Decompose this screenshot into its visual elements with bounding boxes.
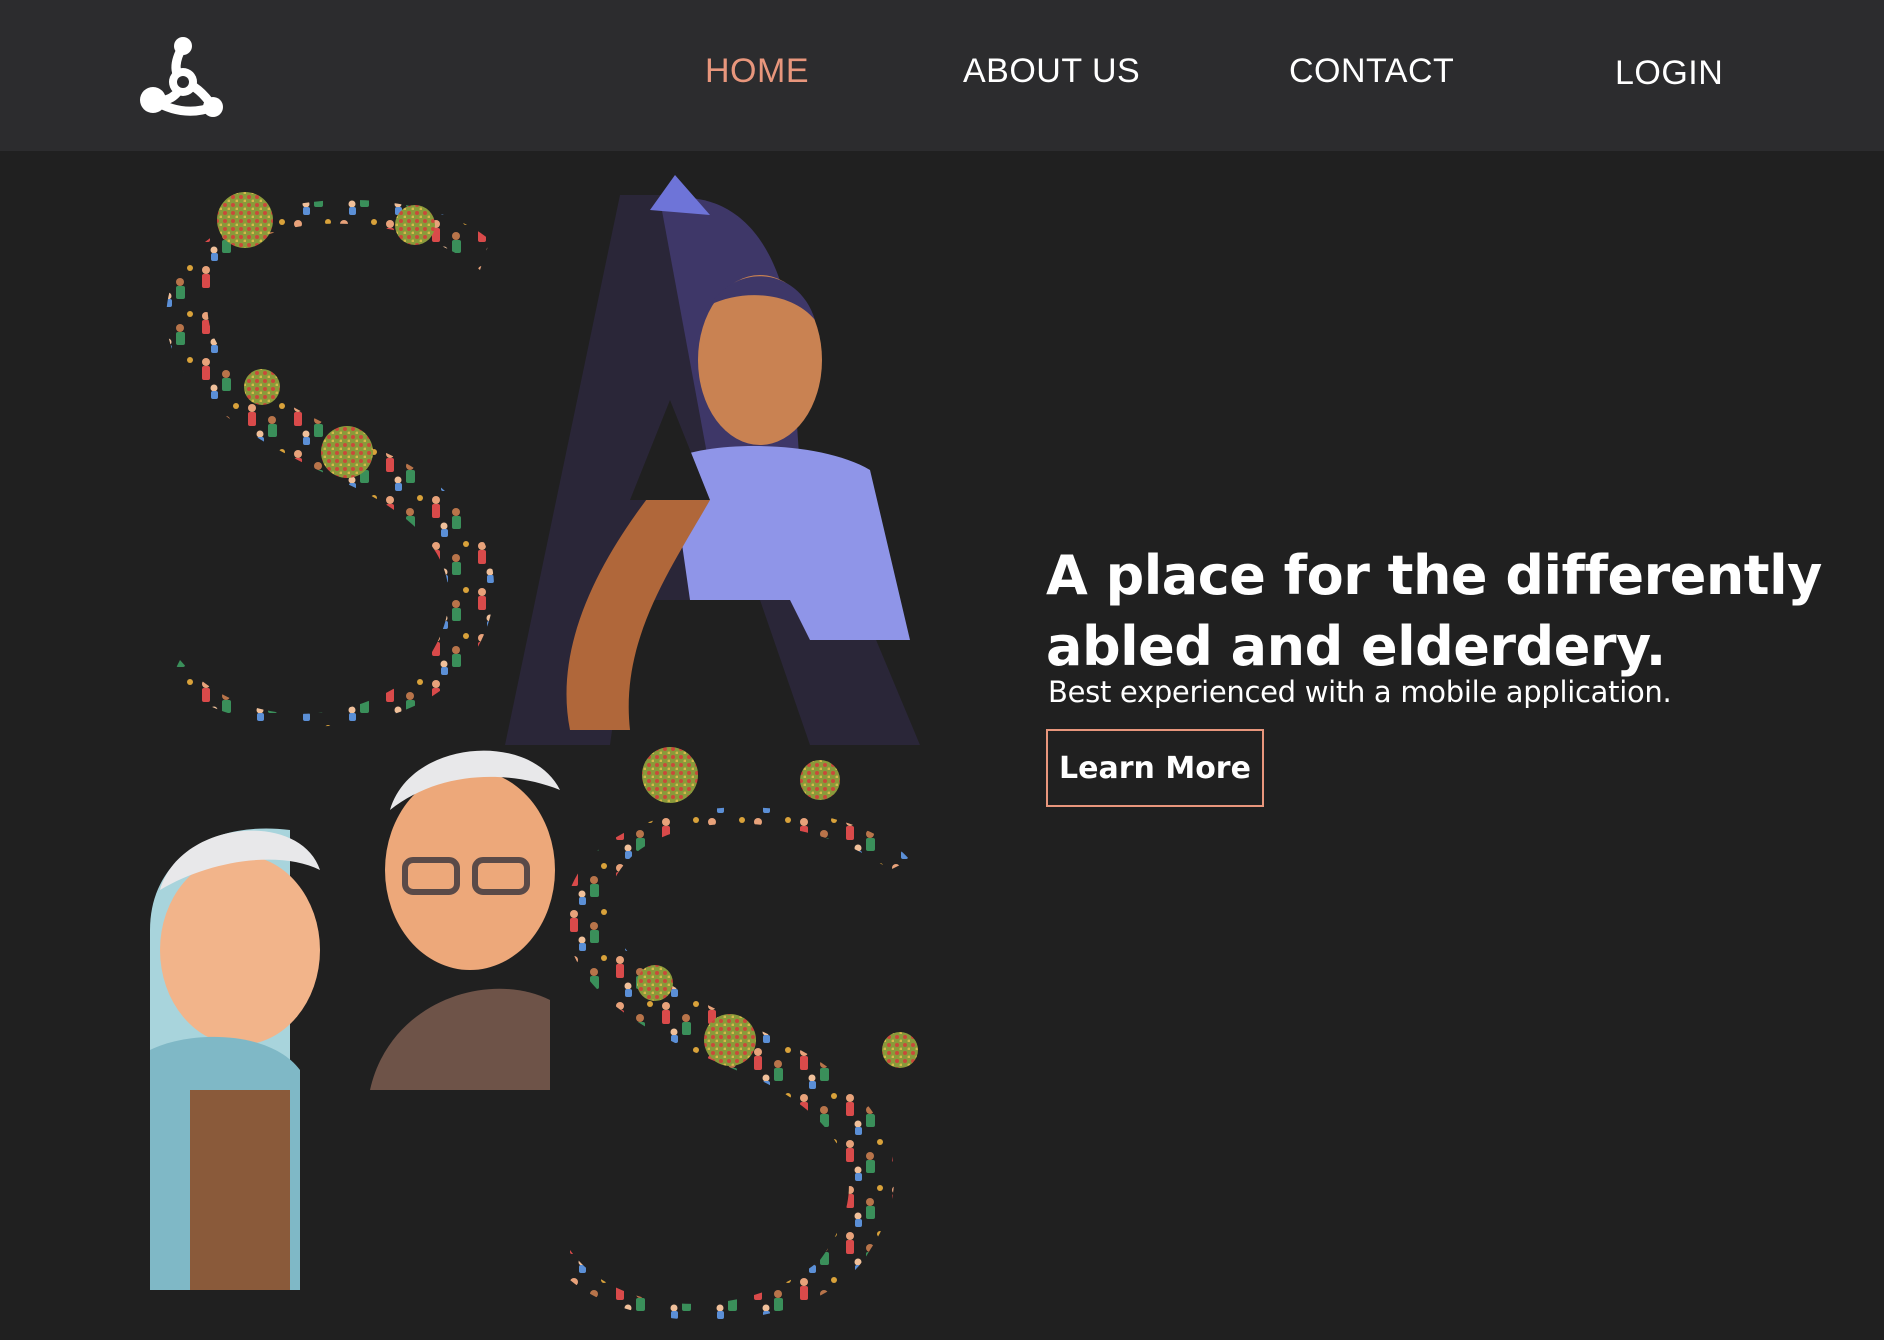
hero-illustration xyxy=(150,170,930,1330)
top-navbar: HOME ABOUT US CONTACT LOGIN xyxy=(0,0,1884,151)
nav-home-link[interactable]: HOME xyxy=(705,52,809,91)
learn-more-button[interactable]: Learn More xyxy=(1046,729,1264,807)
nav-login-link[interactable]: LOGIN xyxy=(1615,54,1723,93)
letter-s-bottom xyxy=(560,747,918,1321)
network-logo-icon[interactable] xyxy=(139,34,227,120)
letter-s-top xyxy=(166,192,495,727)
nav-about-us-link[interactable]: ABOUT US xyxy=(963,52,1140,91)
nav-contact-link[interactable]: CONTACT xyxy=(1289,52,1454,91)
hero-title: A place for the differently abled and el… xyxy=(1046,544,1822,678)
elderly-couple xyxy=(150,750,560,1290)
letter-a-woman xyxy=(505,175,920,745)
hero-subtitle: Best experienced with a mobile applicati… xyxy=(1048,675,1672,709)
